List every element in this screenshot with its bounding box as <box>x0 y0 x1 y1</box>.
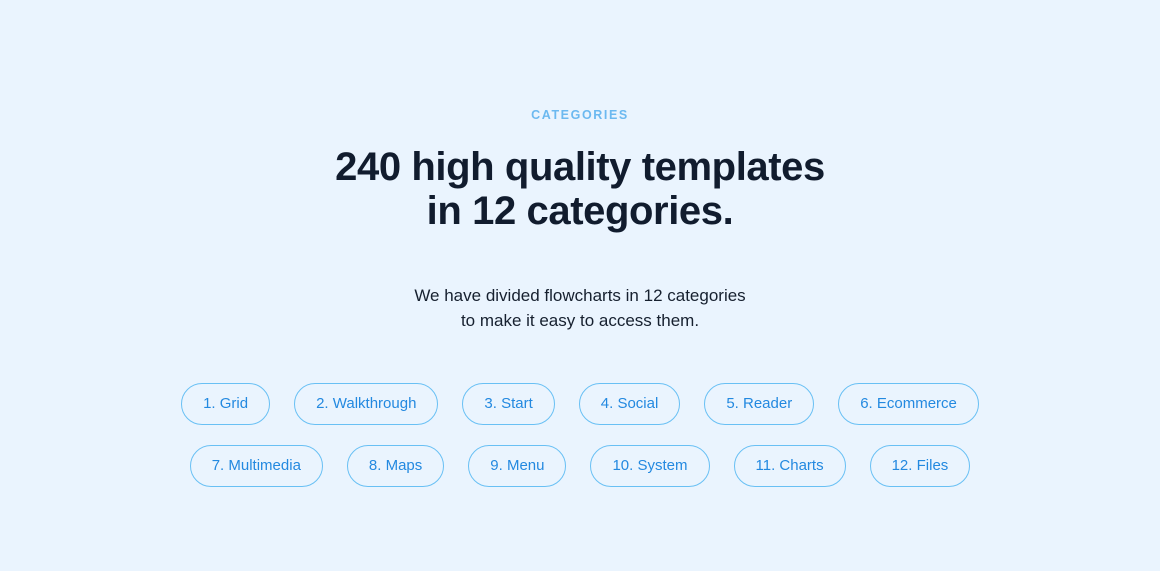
page-title-line-2: in 12 categories. <box>426 189 734 233</box>
section-subtitle-line-2: to make it easy to access them. <box>460 310 700 330</box>
category-pill-charts[interactable]: 11. Charts <box>733 444 846 487</box>
section-subtitle-line-1: We have divided flowcharts in 12 categor… <box>414 285 746 305</box>
page-title: 240 high quality templates in 12 categor… <box>335 145 825 233</box>
category-pill-social[interactable]: 4. Social <box>578 382 681 425</box>
category-pill-list: 1. Grid 2. Walkthrough 3. Start 4. Socia… <box>140 382 1020 487</box>
category-pill-system[interactable]: 10. System <box>590 444 710 487</box>
category-pill-walkthrough[interactable]: 2. Walkthrough <box>294 382 439 425</box>
categories-section: CATEGORIES 240 high quality templates in… <box>0 0 1160 571</box>
category-pill-ecommerce[interactable]: 6. Ecommerce <box>838 382 979 425</box>
category-pill-reader[interactable]: 5. Reader <box>704 382 815 425</box>
category-pill-row-1: 1. Grid 2. Walkthrough 3. Start 4. Socia… <box>181 382 979 425</box>
category-pill-multimedia[interactable]: 7. Multimedia <box>189 444 323 487</box>
category-pill-row-2: 7. Multimedia 8. Maps 9. Menu 10. System… <box>189 444 971 487</box>
category-pill-files[interactable]: 12. Files <box>869 444 971 487</box>
category-pill-grid[interactable]: 1. Grid <box>181 382 271 425</box>
page-title-line-1: 240 high quality templates <box>335 145 825 189</box>
section-eyebrow: CATEGORIES <box>531 108 629 122</box>
section-subtitle: We have divided flowcharts in 12 categor… <box>414 283 745 333</box>
category-pill-start[interactable]: 3. Start <box>462 382 555 425</box>
category-pill-maps[interactable]: 8. Maps <box>346 444 445 487</box>
category-pill-menu[interactable]: 9. Menu <box>468 444 567 487</box>
